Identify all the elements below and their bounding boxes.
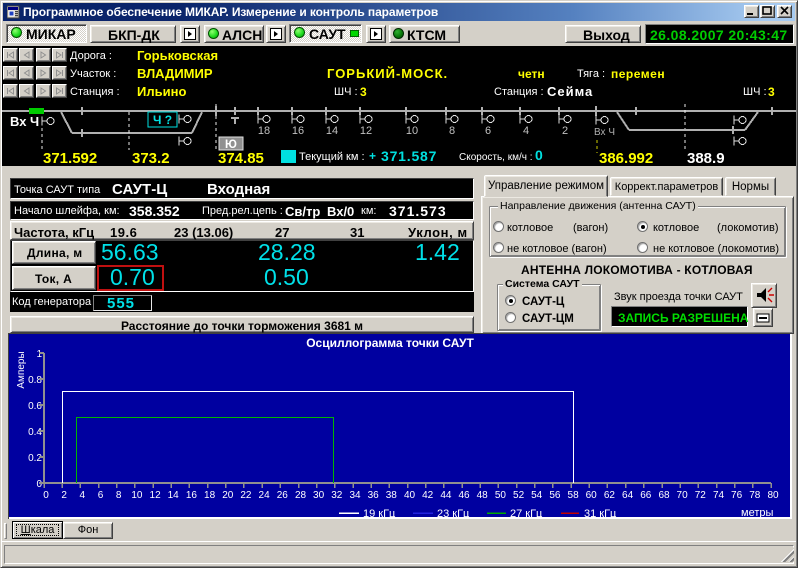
svg-text:371.587: 371.587 bbox=[381, 148, 437, 164]
svg-text:2: 2 bbox=[562, 125, 568, 137]
svg-text:64: 64 bbox=[622, 490, 634, 501]
svg-text:42: 42 bbox=[422, 490, 434, 501]
svg-text:Скорость, км/ч :: Скорость, км/ч : bbox=[459, 152, 533, 163]
svg-text:76: 76 bbox=[731, 490, 743, 501]
svg-text:62: 62 bbox=[604, 490, 616, 501]
svg-text:Вх Ч: Вх Ч bbox=[594, 127, 615, 138]
svg-text:386.992: 386.992 bbox=[599, 150, 653, 166]
svg-text:2: 2 bbox=[61, 490, 67, 501]
svg-text:0: 0 bbox=[43, 490, 49, 501]
svg-text:26: 26 bbox=[277, 490, 289, 501]
svg-text:12: 12 bbox=[360, 125, 372, 137]
svg-text:28: 28 bbox=[295, 490, 307, 501]
svg-text:Вх Ч: Вх Ч bbox=[10, 114, 39, 129]
svg-text:14: 14 bbox=[168, 490, 180, 501]
svg-text:374.85: 374.85 bbox=[218, 150, 264, 166]
svg-text:31 кГц: 31 кГц bbox=[584, 508, 617, 519]
svg-text:46: 46 bbox=[458, 490, 470, 501]
svg-text:18: 18 bbox=[204, 490, 216, 501]
svg-text:19 кГц: 19 кГц bbox=[363, 508, 396, 519]
svg-text:Текущий км :: Текущий км : bbox=[299, 151, 365, 163]
svg-text:388.9: 388.9 bbox=[687, 150, 725, 166]
svg-text:34: 34 bbox=[349, 490, 361, 501]
svg-text:Ч ?: Ч ? bbox=[153, 113, 172, 127]
svg-text:60: 60 bbox=[586, 490, 598, 501]
svg-text:22: 22 bbox=[240, 490, 252, 501]
svg-text:8: 8 bbox=[449, 125, 455, 137]
svg-text:6: 6 bbox=[485, 125, 491, 137]
svg-text:50: 50 bbox=[495, 490, 507, 501]
svg-text:Амперы: Амперы bbox=[16, 351, 27, 388]
svg-text:44: 44 bbox=[440, 490, 452, 501]
svg-text:48: 48 bbox=[477, 490, 489, 501]
svg-text:4: 4 bbox=[523, 125, 529, 137]
svg-text:72: 72 bbox=[695, 490, 707, 501]
svg-text:0: 0 bbox=[36, 479, 42, 490]
svg-text:16: 16 bbox=[292, 125, 304, 137]
svg-text:27 кГц: 27 кГц bbox=[510, 508, 543, 519]
svg-text:10: 10 bbox=[406, 125, 418, 137]
svg-text:+: + bbox=[369, 149, 376, 163]
svg-text:373.2: 373.2 bbox=[132, 150, 170, 166]
svg-text:36: 36 bbox=[368, 490, 380, 501]
svg-text:18: 18 bbox=[258, 125, 270, 137]
svg-text:23 кГц: 23 кГц bbox=[437, 508, 470, 519]
svg-text:14: 14 bbox=[326, 125, 338, 137]
svg-text:40: 40 bbox=[404, 490, 416, 501]
svg-text:74: 74 bbox=[713, 490, 725, 501]
svg-text:52: 52 bbox=[513, 490, 525, 501]
svg-text:80: 80 bbox=[767, 490, 779, 501]
svg-text:0.4: 0.4 bbox=[28, 427, 42, 438]
svg-text:32: 32 bbox=[331, 490, 343, 501]
svg-text:30: 30 bbox=[313, 490, 325, 501]
svg-text:Осциллограмма точки САУТ: Осциллограмма точки САУТ bbox=[306, 336, 474, 350]
svg-text:6: 6 bbox=[98, 490, 104, 501]
svg-text:0: 0 bbox=[535, 147, 543, 163]
svg-text:4: 4 bbox=[80, 490, 86, 501]
svg-text:38: 38 bbox=[386, 490, 398, 501]
svg-text:0.2: 0.2 bbox=[28, 453, 42, 464]
svg-text:10: 10 bbox=[131, 490, 143, 501]
svg-text:0.8: 0.8 bbox=[28, 375, 42, 386]
svg-text:0.6: 0.6 bbox=[28, 401, 42, 412]
svg-text:24: 24 bbox=[259, 490, 271, 501]
svg-text:58: 58 bbox=[568, 490, 580, 501]
svg-text:54: 54 bbox=[531, 490, 543, 501]
svg-text:371.592: 371.592 bbox=[43, 150, 97, 166]
svg-text:12: 12 bbox=[150, 490, 162, 501]
svg-text:56: 56 bbox=[549, 490, 561, 501]
svg-text:16: 16 bbox=[186, 490, 198, 501]
svg-text:68: 68 bbox=[658, 490, 670, 501]
svg-text:8: 8 bbox=[116, 490, 122, 501]
svg-text:78: 78 bbox=[749, 490, 761, 501]
svg-text:66: 66 bbox=[640, 490, 652, 501]
svg-text:метры: метры bbox=[741, 507, 773, 519]
svg-text:70: 70 bbox=[677, 490, 689, 501]
svg-text:20: 20 bbox=[222, 490, 234, 501]
svg-text:1: 1 bbox=[36, 349, 42, 360]
